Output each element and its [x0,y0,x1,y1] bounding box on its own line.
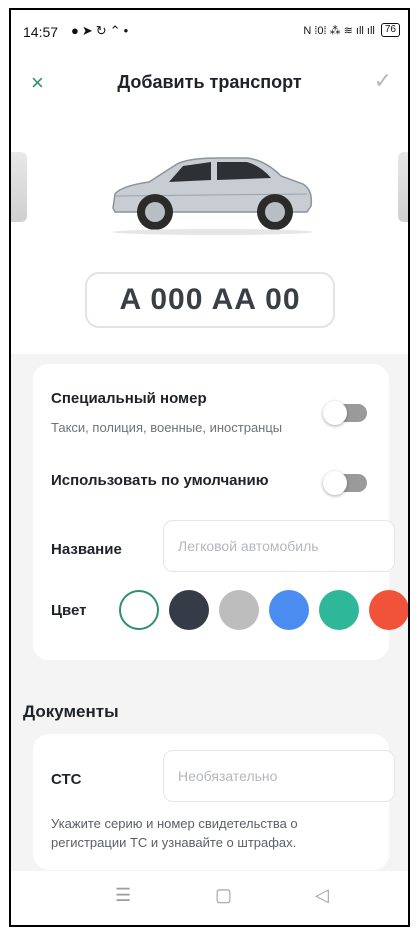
documents-section-title: Документы [23,702,119,721]
sts-hint: Укажите серию и номер свидетельства о ре… [51,816,298,850]
color-swatch-green[interactable] [319,590,359,630]
sts-input-placeholder: Необязательно [178,768,278,784]
navigation-icon: ➤ [81,23,96,38]
special-number-subtitle: Такси, полиция, военные, иностранцы [51,420,283,435]
previous-vehicle-image[interactable] [11,152,27,222]
color-swatch-dark[interactable] [169,590,209,630]
car-image [112,157,313,235]
use-default-label: Использовать по умолчанию [51,472,269,489]
use-default-toggle[interactable] [323,471,367,495]
color-picker [119,590,408,630]
sync-icon: ↻ [95,23,110,38]
next-vehicle-image[interactable] [398,152,408,222]
menu-icon[interactable]: ☰ [115,885,131,906]
signal-icons: N ⁞0⁞ ⁂ ≋ ıll ıll [303,24,375,37]
dot-icon: • [123,23,132,38]
message-icon: ● [71,23,82,38]
phone-screen: 14:57 ●➤↻⌃• N ⁞0⁞ ⁂ ≋ ıll ıll 76 × Добав… [9,8,410,927]
confirm-icon[interactable]: ✓ [374,68,392,94]
status-bar: 14:57 ●➤↻⌃• N ⁞0⁞ ⁂ ≋ ıll ıll 76 [11,10,408,50]
license-plate[interactable]: A 000 AA 00 [85,272,335,328]
color-swatch-white[interactable] [119,590,159,630]
sts-input[interactable]: Необязательно [163,750,395,802]
name-label: Название [51,541,122,558]
back-icon[interactable]: ◁ [315,885,329,906]
system-nav-bar: ☰ ▢ ◁ [11,871,408,925]
status-time: 14:57 [23,24,59,40]
status-notification-icons: ●➤↻⌃• [71,23,131,39]
vehicle-carousel[interactable]: A 000 AA 00 [11,114,408,354]
color-swatch-blue[interactable] [269,590,309,630]
special-number-toggle[interactable] [323,401,367,425]
special-number-label: Специальный номер [51,390,207,407]
color-swatch-gray[interactable] [219,590,259,630]
documents-card: СТС Необязательно Укажите серию и номер … [33,734,395,870]
sts-label: СТС [51,771,82,788]
app-bar: × Добавить транспорт ✓ [11,50,408,114]
up-arrow-icon: ⌃ [109,23,124,38]
name-input[interactable]: Легковой автомобиль [163,520,395,572]
battery-icon: 76 [380,23,400,37]
page-title: Добавить транспорт [117,72,302,92]
vehicle-settings-card: Специальный номер Такси, полиция, военны… [33,364,408,660]
color-label: Цвет [51,602,87,619]
status-system-icons: N ⁞0⁞ ⁂ ≋ ıll ıll 76 [303,23,400,37]
name-input-placeholder: Легковой автомобиль [178,538,319,554]
color-swatch-red[interactable] [369,590,408,630]
home-icon[interactable]: ▢ [215,885,232,906]
